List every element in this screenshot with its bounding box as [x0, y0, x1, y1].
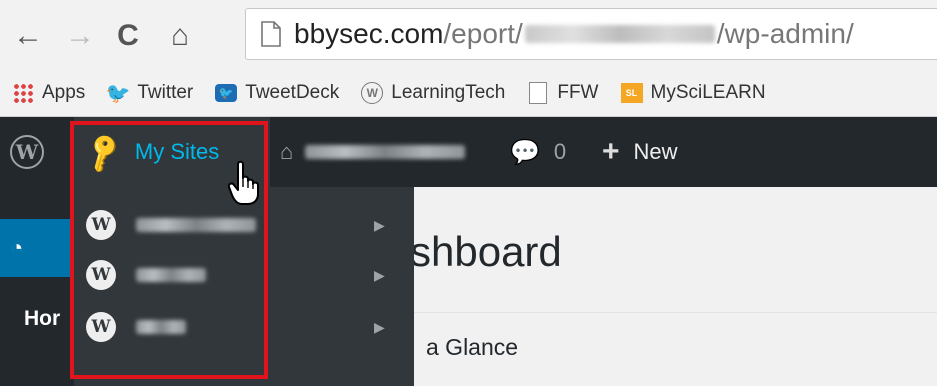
bookmark-label: FFW [557, 82, 599, 103]
hand-cursor-icon [228, 160, 259, 205]
bookmark-label: TweetDeck [245, 82, 340, 103]
apps-grid-icon [12, 82, 34, 104]
bookmarks-bar: Apps 🐦 Twitter 🐦 TweetDeck W LearningTec… [0, 70, 937, 117]
browser-toolbar: ← → C ⌂ bbysec.com/eport/ /wp-admin/ [0, 0, 937, 70]
home-icon[interactable]: ⌂ [160, 16, 200, 56]
wordpress-logo-icon[interactable]: W [10, 135, 44, 169]
bookmark-label: Apps [42, 82, 86, 103]
new-label: New [633, 139, 678, 164]
bookmark-myscilearn[interactable]: SL MySciLEARN [620, 82, 766, 104]
divider [412, 312, 937, 313]
submenu-arrow-icon: ▶ [374, 318, 385, 335]
blurred-site-name [305, 145, 466, 159]
plus-icon: + [602, 135, 620, 168]
comments-count: 0 [553, 139, 567, 164]
page-icon [527, 82, 549, 104]
site-name-menu[interactable]: ⌂ [280, 117, 466, 187]
page-title: shboard [410, 228, 562, 275]
url-host: bbysec.com [294, 18, 444, 49]
new-content-menu[interactable]: + New [602, 117, 678, 187]
admin-sidebar: ◔ Hor [0, 187, 74, 386]
page-icon [261, 21, 281, 47]
bookmark-tweetdeck[interactable]: 🐦 TweetDeck [215, 82, 339, 104]
bookmark-label: Twitter [137, 82, 194, 103]
forward-arrow-icon[interactable]: → [60, 16, 100, 56]
comment-bubble-icon: 💬 [510, 138, 540, 166]
bookmark-learningtech[interactable]: W LearningTech [361, 82, 505, 104]
bookmark-ffw[interactable]: FFW [527, 82, 599, 104]
myscilearn-icon: SL [620, 83, 643, 103]
wordpress-icon: W [361, 82, 384, 104]
dashboard-gauge-icon: ◔ [10, 235, 24, 260]
url-path-end: /wp-admin/ [716, 18, 854, 49]
twitter-bird-icon: 🐦 [105, 82, 131, 105]
bookmark-label: MySciLEARN [650, 82, 766, 103]
at-a-glance-widget-title[interactable]: a Glance [426, 334, 518, 361]
submenu-arrow-icon: ▶ [374, 216, 385, 233]
comments-menu[interactable]: 💬 0 [510, 117, 566, 187]
back-arrow-icon[interactable]: ← [8, 16, 48, 56]
sidebar-item-home[interactable]: Hor [24, 307, 60, 331]
sidebar-item-dashboard[interactable]: ◔ [0, 219, 74, 277]
url-path-start: /eport/ [443, 18, 523, 49]
reload-icon[interactable]: C [108, 16, 148, 56]
submenu-arrow-icon: ▶ [374, 266, 385, 283]
bookmark-twitter[interactable]: 🐦 Twitter [105, 82, 194, 105]
blurred-url-segment [524, 25, 715, 43]
tweetdeck-icon: 🐦 [215, 84, 238, 102]
bookmark-label: LearningTech [391, 82, 506, 103]
bookmark-apps[interactable]: Apps [12, 82, 85, 104]
house-icon: ⌂ [280, 139, 294, 164]
address-bar[interactable]: bbysec.com/eport/ /wp-admin/ [245, 8, 937, 60]
